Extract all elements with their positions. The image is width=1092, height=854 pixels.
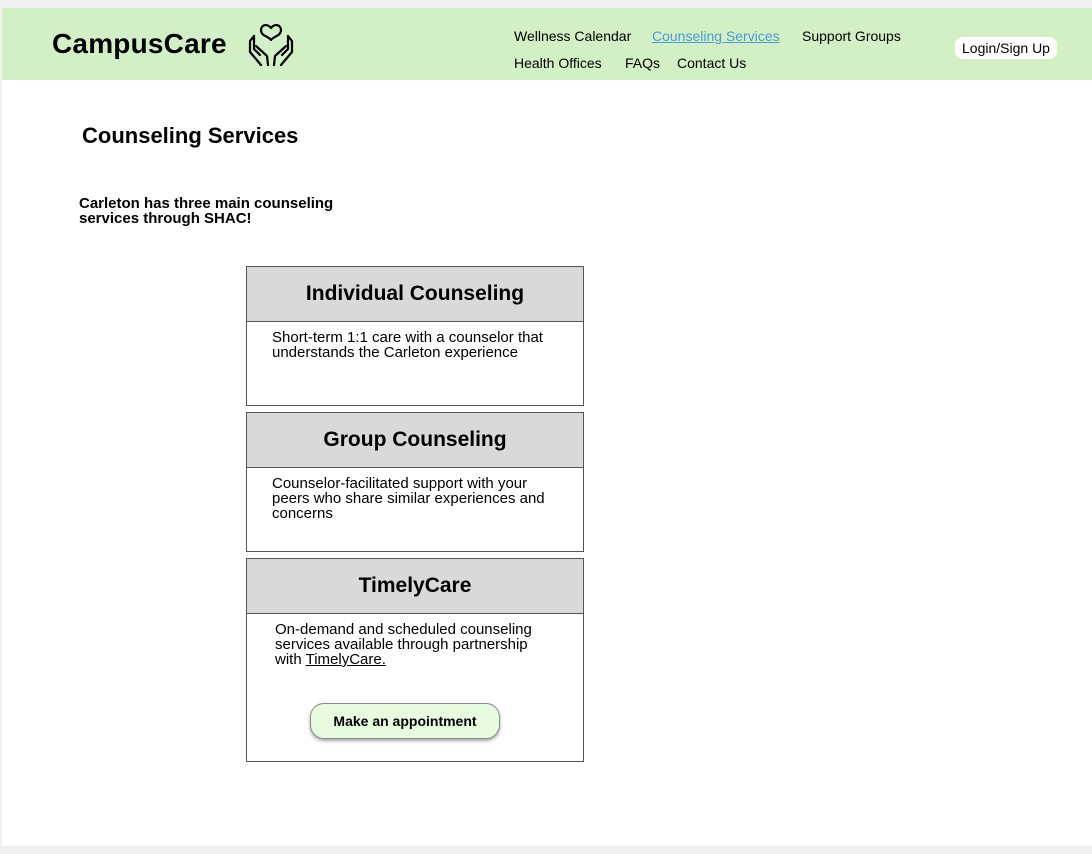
page-frame: CampusCare Wellness Calendar Counseling … [2, 8, 1092, 846]
card-individual-counseling: Individual Counseling Short-term 1:1 car… [246, 266, 584, 406]
card-description-wrap: On-demand and scheduled counseling servi… [247, 614, 583, 667]
card-title: TimelyCare [247, 559, 583, 614]
nav-faqs[interactable]: FAQs [625, 55, 660, 71]
timelycare-link[interactable]: TimelyCare. [306, 651, 386, 668]
nav-health-offices[interactable]: Health Offices [514, 55, 602, 71]
card-title: Group Counseling [247, 413, 583, 468]
card-timelycare: TimelyCare On-demand and scheduled couns… [246, 558, 584, 762]
nav-counseling-services[interactable]: Counseling Services [652, 28, 780, 44]
card-description: Short-term 1:1 care with a counselor tha… [272, 329, 543, 361]
card-title: Individual Counseling [247, 267, 583, 322]
card-group-counseling: Group Counseling Counselor-facilitated s… [246, 412, 584, 552]
page-title: Counseling Services [82, 123, 299, 148]
hands-holding-heart-icon [248, 24, 294, 67]
nav-contact-us[interactable]: Contact Us [677, 55, 746, 71]
nav-wellness-calendar[interactable]: Wellness Calendar [514, 28, 631, 44]
intro-text: Carleton has three main counseling servi… [79, 195, 334, 227]
nav-support-groups[interactable]: Support Groups [802, 28, 901, 44]
card-description: Counselor-facilitated support with your … [272, 475, 545, 522]
make-appointment-button[interactable]: Make an appointment [310, 703, 500, 739]
site-header: CampusCare Wellness Calendar Counseling … [2, 8, 1092, 80]
login-signup-button[interactable]: Login/Sign Up [955, 37, 1057, 59]
brand-name[interactable]: CampusCare [52, 28, 227, 60]
